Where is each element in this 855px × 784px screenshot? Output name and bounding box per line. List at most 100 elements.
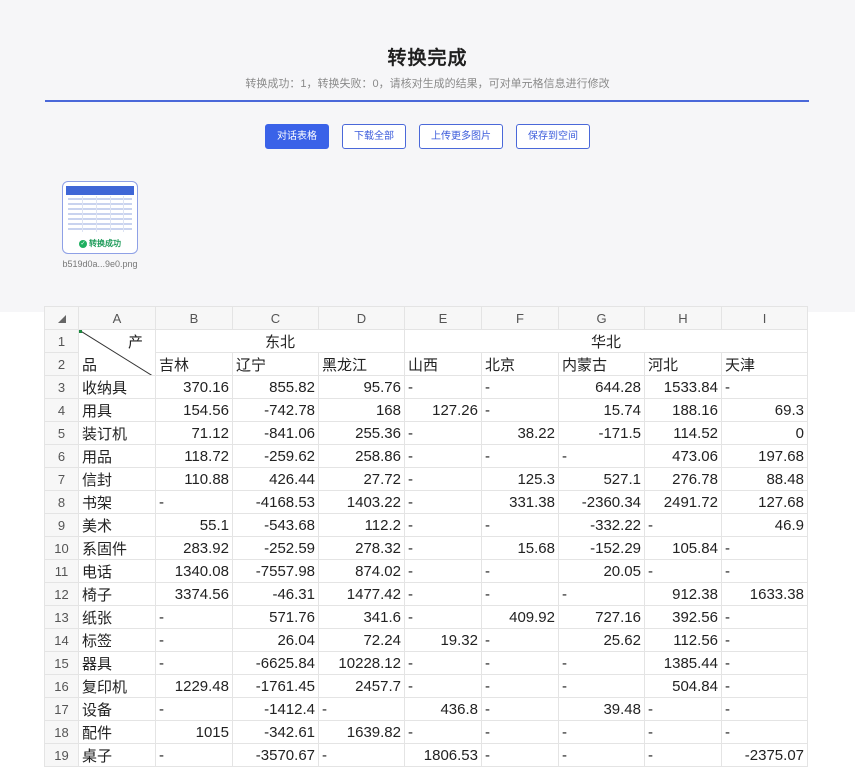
- column-header[interactable]: E: [404, 306, 482, 330]
- value-cell[interactable]: -3570.67: [232, 743, 319, 767]
- value-cell[interactable]: -742.78: [232, 398, 319, 422]
- value-cell[interactable]: -: [404, 605, 482, 629]
- value-cell[interactable]: -: [404, 651, 482, 675]
- value-cell[interactable]: -: [721, 697, 808, 721]
- row-header[interactable]: 11: [44, 559, 79, 583]
- value-cell[interactable]: -: [481, 375, 559, 399]
- value-cell[interactable]: -: [481, 444, 559, 468]
- value-cell[interactable]: 1806.53: [404, 743, 482, 767]
- value-cell[interactable]: -: [481, 720, 559, 744]
- product-name-cell[interactable]: 书架: [78, 490, 156, 514]
- value-cell[interactable]: 278.32: [318, 536, 405, 560]
- value-cell[interactable]: -: [155, 490, 233, 514]
- province-header-cell[interactable]: 黑龙江: [318, 352, 405, 376]
- value-cell[interactable]: -342.61: [232, 720, 319, 744]
- value-cell[interactable]: 727.16: [558, 605, 645, 629]
- value-cell[interactable]: 3374.56: [155, 582, 233, 606]
- value-cell[interactable]: 874.02: [318, 559, 405, 583]
- value-cell[interactable]: -152.29: [558, 536, 645, 560]
- value-cell[interactable]: -543.68: [232, 513, 319, 537]
- value-cell[interactable]: 125.3: [481, 467, 559, 491]
- value-cell[interactable]: 72.24: [318, 628, 405, 652]
- region-header-north[interactable]: 华北: [404, 329, 808, 353]
- value-cell[interactable]: 571.76: [232, 605, 319, 629]
- value-cell[interactable]: -: [721, 720, 808, 744]
- value-cell[interactable]: 46.9: [721, 513, 808, 537]
- province-header-cell[interactable]: 北京: [481, 352, 559, 376]
- value-cell[interactable]: -: [721, 651, 808, 675]
- value-cell[interactable]: 2491.72: [644, 490, 722, 514]
- value-cell[interactable]: 1385.44: [644, 651, 722, 675]
- product-name-cell[interactable]: 系固件: [78, 536, 156, 560]
- value-cell[interactable]: 644.28: [558, 375, 645, 399]
- value-cell[interactable]: 69.3: [721, 398, 808, 422]
- product-name-cell[interactable]: 设备: [78, 697, 156, 721]
- value-cell[interactable]: 112.2: [318, 513, 405, 537]
- product-name-cell[interactable]: 复印机: [78, 674, 156, 698]
- column-header[interactable]: I: [721, 306, 808, 330]
- value-cell[interactable]: 188.16: [644, 398, 722, 422]
- value-cell[interactable]: -: [404, 513, 482, 537]
- value-cell[interactable]: -: [481, 628, 559, 652]
- value-cell[interactable]: 436.8: [404, 697, 482, 721]
- value-cell[interactable]: -1412.4: [232, 697, 319, 721]
- value-cell[interactable]: 283.92: [155, 536, 233, 560]
- value-cell[interactable]: -: [404, 444, 482, 468]
- value-cell[interactable]: 1015: [155, 720, 233, 744]
- value-cell[interactable]: -: [644, 559, 722, 583]
- value-cell[interactable]: 95.76: [318, 375, 405, 399]
- value-cell[interactable]: 912.38: [644, 582, 722, 606]
- value-cell[interactable]: -: [644, 743, 722, 767]
- value-cell[interactable]: -: [318, 697, 405, 721]
- diagonal-header-cell[interactable]: 产 品: [78, 329, 156, 376]
- dialog-table-button[interactable]: 对话表格: [265, 124, 329, 149]
- column-header[interactable]: G: [558, 306, 645, 330]
- value-cell[interactable]: 38.22: [481, 421, 559, 445]
- value-cell[interactable]: 10228.12: [318, 651, 405, 675]
- value-cell[interactable]: 127.26: [404, 398, 482, 422]
- row-header[interactable]: 13: [44, 605, 79, 629]
- value-cell[interactable]: -: [155, 697, 233, 721]
- value-cell[interactable]: -6625.84: [232, 651, 319, 675]
- value-cell[interactable]: -: [481, 651, 559, 675]
- value-cell[interactable]: 27.72: [318, 467, 405, 491]
- column-header[interactable]: C: [232, 306, 319, 330]
- value-cell[interactable]: 26.04: [232, 628, 319, 652]
- value-cell[interactable]: 127.68: [721, 490, 808, 514]
- value-cell[interactable]: -: [404, 467, 482, 491]
- row-header[interactable]: 17: [44, 697, 79, 721]
- value-cell[interactable]: -: [721, 628, 808, 652]
- value-cell[interactable]: 15.68: [481, 536, 559, 560]
- product-name-cell[interactable]: 收纳具: [78, 375, 156, 399]
- value-cell[interactable]: 0: [721, 421, 808, 445]
- value-cell[interactable]: -: [644, 513, 722, 537]
- row-header[interactable]: 18: [44, 720, 79, 744]
- value-cell[interactable]: -: [404, 421, 482, 445]
- value-cell[interactable]: -259.62: [232, 444, 319, 468]
- value-cell[interactable]: -: [558, 743, 645, 767]
- value-cell[interactable]: 154.56: [155, 398, 233, 422]
- value-cell[interactable]: 331.38: [481, 490, 559, 514]
- value-cell[interactable]: 473.06: [644, 444, 722, 468]
- value-cell[interactable]: -: [644, 720, 722, 744]
- product-name-cell[interactable]: 桌子: [78, 743, 156, 767]
- image-thumbnail-card[interactable]: ✓ 转换成功: [62, 181, 138, 254]
- value-cell[interactable]: -: [481, 697, 559, 721]
- value-cell[interactable]: 1633.38: [721, 582, 808, 606]
- value-cell[interactable]: -46.31: [232, 582, 319, 606]
- value-cell[interactable]: -4168.53: [232, 490, 319, 514]
- value-cell[interactable]: -: [481, 398, 559, 422]
- value-cell[interactable]: 15.74: [558, 398, 645, 422]
- product-name-cell[interactable]: 纸张: [78, 605, 156, 629]
- product-name-cell[interactable]: 标签: [78, 628, 156, 652]
- value-cell[interactable]: 88.48: [721, 467, 808, 491]
- value-cell[interactable]: -: [404, 375, 482, 399]
- row-header[interactable]: 7: [44, 467, 79, 491]
- value-cell[interactable]: -: [721, 375, 808, 399]
- value-cell[interactable]: 258.86: [318, 444, 405, 468]
- value-cell[interactable]: -: [404, 582, 482, 606]
- save-to-space-button[interactable]: 保存到空间: [516, 124, 590, 149]
- value-cell[interactable]: 341.6: [318, 605, 405, 629]
- product-name-cell[interactable]: 椅子: [78, 582, 156, 606]
- value-cell[interactable]: -: [481, 513, 559, 537]
